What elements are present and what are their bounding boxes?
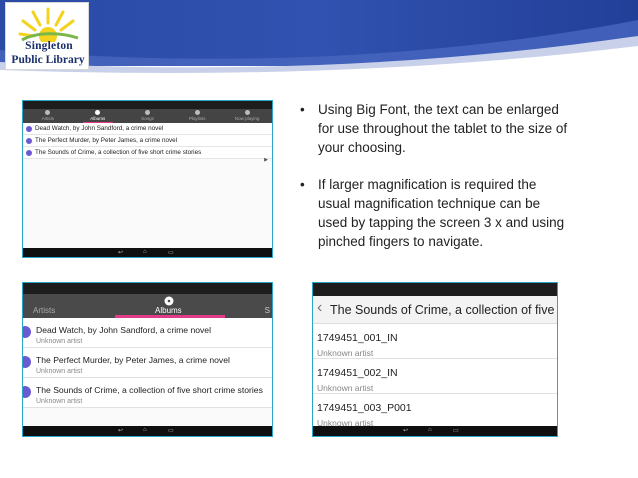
logo-text-line2: Public Library bbox=[11, 54, 85, 66]
track-artist: Unknown artist bbox=[317, 348, 374, 358]
play-arrow-icon[interactable]: ▶ bbox=[264, 157, 268, 163]
tab-playlists[interactable]: Playlists bbox=[172, 109, 222, 123]
album-title: The Perfect Murder, by Peter James, a cr… bbox=[36, 355, 230, 365]
track-list: 1749451_001_IN Unknown artist 1749451_00… bbox=[313, 324, 557, 429]
artist-icon bbox=[45, 110, 51, 115]
bullet-item: • Using Big Font, the text can be enlarg… bbox=[300, 100, 568, 157]
home-icon[interactable]: ⌂ bbox=[143, 249, 147, 255]
recents-icon[interactable]: ▭ bbox=[453, 427, 459, 434]
screenshot-tracks-big: ‹ The Sounds of Crime, a collection of f… bbox=[312, 282, 558, 437]
track-title: 1749451_001_IN bbox=[317, 332, 398, 344]
list-item[interactable]: 1749451_003_P001 Unknown artist bbox=[313, 394, 557, 429]
list-item[interactable]: 1749451_001_IN Unknown artist bbox=[313, 324, 557, 359]
album-artist: Unknown artist bbox=[36, 398, 83, 405]
list-item[interactable]: The Perfect Murder, by Peter James, a cr… bbox=[23, 348, 272, 378]
album-artist: Unknown artist bbox=[36, 338, 83, 345]
list-item[interactable]: Dead Watch, by John Sandford, a crime no… bbox=[23, 123, 272, 135]
header-band bbox=[0, 0, 638, 74]
tab-artists[interactable]: Artists bbox=[23, 109, 73, 123]
back-icon[interactable]: ↩ bbox=[118, 427, 123, 434]
playlist-icon bbox=[194, 110, 200, 115]
more-tabs-icon[interactable]: S bbox=[265, 306, 270, 315]
list-item[interactable]: The Sounds of Crime, a collection of fiv… bbox=[23, 147, 272, 159]
bullet-text: Using Big Font, the text can be enlarged… bbox=[318, 102, 568, 155]
music-note-icon bbox=[144, 110, 150, 115]
track-artist: Unknown artist bbox=[317, 383, 374, 393]
tab-bar: Artists Albums Songs Playlists Now playi… bbox=[23, 109, 272, 123]
nav-bar: ↩ ⌂ ▭ bbox=[23, 426, 272, 436]
album-title: Dead Watch, by John Sandford, a crime no… bbox=[36, 325, 211, 335]
album-avatar-icon bbox=[26, 150, 32, 156]
library-logo: Singleton Public Library bbox=[5, 2, 89, 70]
bullet-text: If larger magnification is required the … bbox=[318, 177, 565, 249]
track-title: 1749451_003_P001 bbox=[317, 402, 412, 414]
album-avatar-icon bbox=[26, 138, 32, 144]
bullet-item: • If larger magnification is required th… bbox=[300, 175, 568, 251]
title-bar: ‹ The Sounds of Crime, a collection of f… bbox=[313, 296, 557, 324]
album-list: Dead Watch, by John Sandford, a crime no… bbox=[23, 123, 272, 159]
recents-icon[interactable]: ▭ bbox=[168, 427, 174, 434]
screenshot-albums-small: Artists Albums Songs Playlists Now playi… bbox=[22, 100, 273, 258]
album-avatar-icon bbox=[23, 386, 31, 398]
bullet-dot-icon: • bbox=[300, 102, 305, 117]
tab-now-playing[interactable]: Now playing bbox=[222, 109, 272, 123]
tab-songs[interactable]: Songs bbox=[123, 109, 173, 123]
album-avatar-icon bbox=[23, 326, 31, 338]
list-item[interactable]: The Sounds of Crime, a collection of fiv… bbox=[23, 378, 272, 408]
list-item[interactable]: Dead Watch, by John Sandford, a crime no… bbox=[23, 318, 272, 348]
status-bar bbox=[23, 283, 272, 294]
tab-artists[interactable]: Artists bbox=[33, 306, 55, 315]
bullet-dot-icon: • bbox=[300, 177, 305, 192]
now-playing-icon bbox=[244, 110, 250, 115]
recents-icon[interactable]: ▭ bbox=[168, 249, 174, 256]
tab-albums[interactable]: Albums bbox=[155, 306, 182, 315]
nav-bar: ↩ ⌂ ▭ bbox=[23, 248, 272, 257]
sun-logo-icon bbox=[18, 7, 79, 42]
album-icon bbox=[164, 296, 174, 306]
screenshot-albums-big: Artists Albums S Dead Watch, by John San… bbox=[22, 282, 273, 437]
album-icon bbox=[95, 110, 101, 115]
nav-bar: ↩ ⌂ ▭ bbox=[313, 426, 557, 436]
album-list: Dead Watch, by John Sandford, a crime no… bbox=[23, 318, 272, 408]
home-icon[interactable]: ⌂ bbox=[428, 427, 432, 433]
bullet-list: • Using Big Font, the text can be enlarg… bbox=[300, 100, 568, 269]
back-icon[interactable]: ↩ bbox=[403, 427, 408, 434]
back-icon[interactable]: ↩ bbox=[118, 249, 123, 256]
album-title: The Sounds of Crime, a collection of fiv… bbox=[330, 303, 557, 317]
album-title: The Sounds of Crime, a collection of fiv… bbox=[36, 385, 263, 395]
list-item[interactable]: The Perfect Murder, by Peter James, a cr… bbox=[23, 135, 272, 147]
tab-albums[interactable]: Albums bbox=[73, 109, 123, 123]
status-bar bbox=[23, 101, 272, 109]
home-icon[interactable]: ⌂ bbox=[143, 427, 147, 433]
list-item[interactable]: 1749451_002_IN Unknown artist bbox=[313, 359, 557, 394]
slide: Singleton Public Library • Using Big Fon… bbox=[0, 0, 638, 478]
status-bar bbox=[313, 283, 557, 296]
album-avatar-icon bbox=[26, 126, 32, 132]
album-avatar-icon bbox=[23, 356, 31, 368]
album-artist: Unknown artist bbox=[36, 368, 83, 375]
track-title: 1749451_002_IN bbox=[317, 367, 398, 379]
tab-bar: Artists Albums S bbox=[23, 294, 272, 318]
logo-text-line1: Singleton bbox=[25, 40, 73, 52]
chevron-left-icon[interactable]: ‹ bbox=[317, 299, 322, 317]
